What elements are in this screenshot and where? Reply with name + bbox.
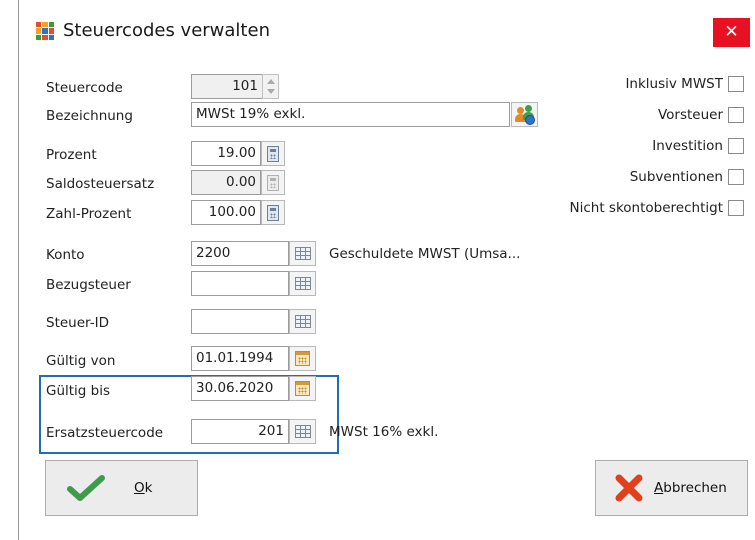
checkbox-box[interactable] [728,200,744,216]
ok-label: Ok [134,480,153,496]
checkbox-label: Inklusiv MWST [625,76,723,92]
prozent-label: Prozent [46,147,97,163]
translations-button[interactable] [511,102,538,127]
dialog-client: Steuercode 101 Bezeichnung MWSt 19% exkl… [19,62,755,540]
gueltig-bis-field[interactable]: 30.06.2020 [191,376,289,401]
cancel-button[interactable]: Abbrechen [595,460,748,516]
zahl-prozent-calculator-button[interactable] [261,200,285,225]
steuercode-spinner[interactable] [262,74,279,99]
gueltig-bis-label: Gültig bis [46,383,111,399]
steuercode-label: Steuercode [46,80,123,96]
dialog-window: Steuercodes verwalten ✕ Steuercode 101 B… [18,0,755,540]
steuercode-field[interactable]: 101 [191,74,263,99]
bezugsteuer-lookup-button[interactable] [289,271,316,296]
konto-description: Geschuldete MWST (Umsa... [329,246,521,262]
checkbox-investition[interactable]: Investition [652,138,744,154]
prozent-calculator-button[interactable] [261,141,285,166]
prozent-field[interactable]: 19.00 [191,141,261,166]
calendar-icon [295,351,310,366]
konto-lookup-button[interactable] [289,241,316,266]
table-lookup-icon [294,425,311,438]
cancel-label: Abbrechen [654,480,727,496]
bezeichnung-field[interactable]: MWSt 19% exkl. [191,102,510,127]
checkbox-label: Investition [652,138,723,154]
spinner-down-icon[interactable] [267,89,275,94]
ok-button[interactable]: Ok [45,460,198,516]
checkbox-box[interactable] [728,107,744,123]
ersatzsteuercode-field[interactable]: 201 [191,419,289,444]
checkbox-nicht-skontoberechtigt[interactable]: Nicht skontoberechtigt [570,200,744,216]
saldosteuersatz-field[interactable]: 0.00 [191,170,261,195]
saldosteuersatz-calculator-button[interactable] [261,170,285,195]
checkbox-box[interactable] [728,138,744,154]
close-icon: ✕ [724,22,739,42]
checkbox-label: Subventionen [629,169,723,185]
zahl-prozent-field[interactable]: 100.00 [191,200,261,225]
konto-field[interactable]: 2200 [191,241,289,266]
bezeichnung-label: Bezeichnung [46,108,133,124]
saldosteuersatz-label: Saldosteuersatz [46,176,155,192]
checkbox-inklusiv-mwst[interactable]: Inklusiv MWST [625,76,744,92]
table-lookup-icon [294,277,311,290]
checkbox-vorsteuer[interactable]: Vorsteuer [658,107,744,123]
checkmark-icon [67,475,105,501]
calculator-icon [267,145,279,162]
steuer-id-field[interactable] [191,309,289,334]
app-grid-icon [36,22,54,40]
ersatzsteuercode-label: Ersatzsteuercode [46,425,164,441]
calculator-icon [267,174,279,191]
table-lookup-icon [294,247,311,260]
konto-label: Konto [46,247,85,263]
spinner-up-icon[interactable] [267,79,275,84]
users-globe-icon [514,104,535,125]
gueltig-von-label: Gültig von [46,353,116,369]
cross-icon [615,474,643,502]
close-button[interactable]: ✕ [713,18,750,47]
ersatzsteuercode-description: MWSt 16% exkl. [329,424,439,440]
checkbox-label: Vorsteuer [657,107,723,123]
title-bar: Steuercodes verwalten ✕ [19,0,755,62]
gueltig-von-field[interactable]: 01.01.1994 [191,346,289,371]
ersatzsteuercode-lookup-button[interactable] [289,419,316,444]
checkbox-subventionen[interactable]: Subventionen [630,169,744,185]
gueltig-von-calendar-button[interactable] [289,346,316,371]
bezugsteuer-field[interactable] [191,271,289,296]
steuer-id-label: Steuer-ID [46,315,109,331]
gueltig-bis-calendar-button[interactable] [289,376,316,401]
table-lookup-icon [294,315,311,328]
bezugsteuer-label: Bezugsteuer [46,277,131,293]
calculator-icon [267,204,279,221]
steuer-id-lookup-button[interactable] [289,309,316,334]
checkbox-box[interactable] [728,76,744,92]
window-title: Steuercodes verwalten [63,20,270,41]
calendar-icon [295,381,310,396]
zahl-prozent-label: Zahl-Prozent [46,206,132,222]
checkbox-box[interactable] [728,169,744,185]
checkbox-label: Nicht skontoberechtigt [569,200,723,216]
